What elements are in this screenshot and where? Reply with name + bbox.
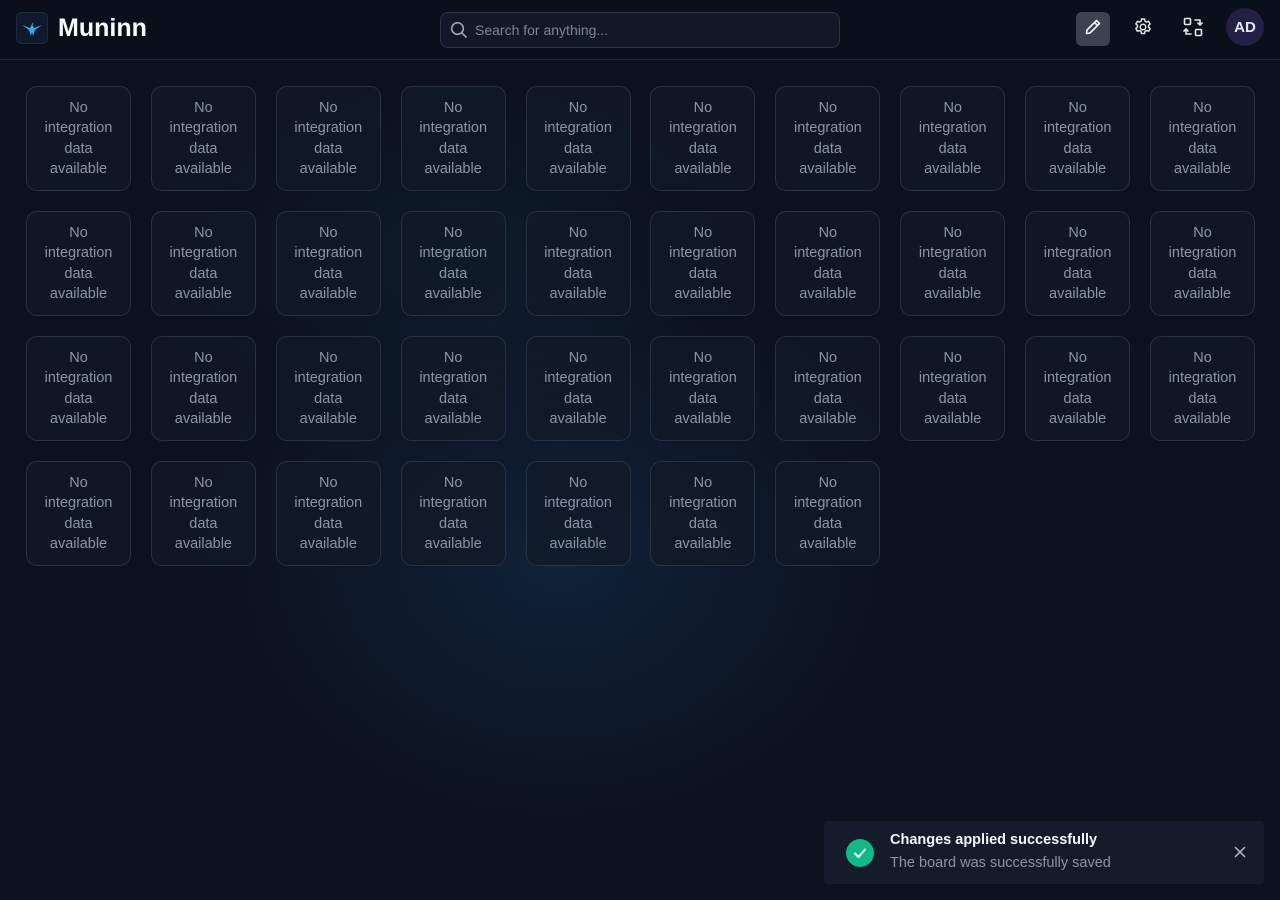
tile-empty-message: No integration data available (294, 349, 363, 427)
tile-empty-message: No integration data available (669, 99, 737, 177)
board-tile[interactable]: No integration data available (900, 211, 1006, 316)
raven-logo-icon (16, 12, 48, 44)
board-tile[interactable]: No integration data available (1025, 211, 1131, 316)
tile-empty-message: No integration data available (44, 224, 113, 302)
gear-icon (1132, 16, 1154, 43)
tile-empty-message: No integration data available (44, 474, 113, 552)
board-tile[interactable]: No integration data available (900, 336, 1006, 441)
tile-empty-message: No integration data available (1043, 349, 1112, 427)
tile-empty-message: No integration data available (419, 349, 488, 427)
tile-empty-message: No integration data available (918, 99, 987, 177)
search-box[interactable] (440, 12, 840, 48)
tile-empty-message: No integration data available (169, 99, 238, 177)
board-tile[interactable]: No integration data available (775, 86, 881, 191)
board-tile[interactable]: No integration data available (650, 86, 756, 191)
swap-arrows-icon (1182, 16, 1204, 43)
toast-message: The board was successfully saved (890, 855, 1111, 871)
board-tile[interactable]: No integration data available (275, 211, 381, 316)
board-tile[interactable]: No integration data available (1025, 86, 1131, 191)
tile-empty-message: No integration data available (419, 224, 488, 302)
toast-title: Changes applied successfully (890, 832, 1098, 848)
tile-empty-message: No integration data available (1168, 99, 1237, 177)
board-tile[interactable]: No integration data available (775, 461, 881, 566)
board-tile[interactable]: No integration data available (26, 211, 131, 316)
tile-empty-message: No integration data available (544, 349, 612, 427)
tile-empty-message: No integration data available (419, 99, 488, 177)
search-icon (450, 21, 468, 39)
tile-empty-message: No integration data available (918, 224, 987, 302)
tile-empty-message: No integration data available (44, 349, 113, 427)
tile-empty-message: No integration data available (294, 474, 363, 552)
board-tile[interactable]: No integration data available (775, 211, 881, 316)
tile-empty-message: No integration data available (169, 474, 238, 552)
tile-empty-message: No integration data available (44, 99, 113, 177)
board-tile[interactable]: No integration data available (26, 336, 131, 441)
board-tile[interactable]: No integration data available (400, 336, 506, 441)
tile-empty-message: No integration data available (669, 349, 737, 427)
board-tile[interactable]: No integration data available (1150, 86, 1256, 191)
board-tile[interactable]: No integration data available (900, 86, 1006, 191)
board-tile[interactable]: No integration data available (525, 461, 631, 566)
edit-mode-button[interactable] (1076, 12, 1110, 46)
board-tile[interactable]: No integration data available (150, 461, 256, 566)
close-icon (1234, 845, 1246, 863)
check-circle-icon (846, 839, 874, 867)
board-tile[interactable]: No integration data available (1150, 211, 1256, 316)
board-tile[interactable]: No integration data available (775, 336, 881, 441)
tile-empty-message: No integration data available (169, 349, 238, 427)
tile-empty-message: No integration data available (1043, 224, 1112, 302)
tile-empty-message: No integration data available (544, 474, 612, 552)
tile-empty-message: No integration data available (1168, 224, 1237, 302)
toast-close-button[interactable] (1230, 844, 1250, 864)
top-header: Muninn Search for anything... AD (0, 0, 1280, 60)
board-tile[interactable]: No integration data available (650, 211, 756, 316)
tile-empty-message: No integration data available (793, 474, 862, 552)
board-tile[interactable]: No integration data available (650, 336, 756, 441)
tile-empty-message: No integration data available (544, 99, 612, 177)
tile-empty-message: No integration data available (669, 224, 737, 302)
settings-button[interactable] (1126, 12, 1160, 46)
tile-empty-message: No integration data available (793, 224, 862, 302)
tile-empty-message: No integration data available (1168, 349, 1237, 427)
board-tile[interactable]: No integration data available (275, 86, 381, 191)
pencil-icon (1083, 17, 1103, 42)
board-tile[interactable]: No integration data available (400, 211, 506, 316)
brand[interactable]: Muninn (16, 12, 147, 44)
board-tile[interactable]: No integration data available (26, 86, 131, 191)
success-toast: Changes applied successfully The board w… (824, 821, 1264, 884)
board-tile[interactable]: No integration data available (26, 461, 131, 566)
tile-empty-message: No integration data available (294, 99, 363, 177)
board-tile[interactable]: No integration data available (150, 336, 256, 441)
board-tile[interactable]: No integration data available (400, 461, 506, 566)
board-tile[interactable]: No integration data available (525, 86, 631, 191)
board-tile[interactable]: No integration data available (1150, 336, 1256, 441)
tile-empty-message: No integration data available (419, 474, 488, 552)
board-tile[interactable]: No integration data available (150, 86, 256, 191)
tile-empty-message: No integration data available (169, 224, 238, 302)
board-tile[interactable]: No integration data available (525, 211, 631, 316)
user-avatar[interactable]: AD (1226, 8, 1264, 46)
board-tile[interactable]: No integration data available (400, 86, 506, 191)
tile-empty-message: No integration data available (544, 224, 612, 302)
app-name: Muninn (58, 13, 147, 42)
board-tile[interactable]: No integration data available (650, 461, 756, 566)
tile-empty-message: No integration data available (669, 474, 737, 552)
board-tile[interactable]: No integration data available (275, 461, 381, 566)
tile-empty-message: No integration data available (793, 349, 862, 427)
tile-empty-message: No integration data available (294, 224, 363, 302)
board-grid: No integration data available No integrat… (26, 86, 1256, 566)
board-tile[interactable]: No integration data available (525, 336, 631, 441)
switch-board-button[interactable] (1176, 12, 1210, 46)
tile-empty-message: No integration data available (1043, 99, 1112, 177)
tile-empty-message: No integration data available (793, 99, 862, 177)
board-tile[interactable]: No integration data available (275, 336, 381, 441)
search-input[interactable] (475, 22, 825, 38)
tile-empty-message: No integration data available (918, 349, 987, 427)
board-tile[interactable]: No integration data available (150, 211, 256, 316)
board-tile[interactable]: No integration data available (1025, 336, 1131, 441)
